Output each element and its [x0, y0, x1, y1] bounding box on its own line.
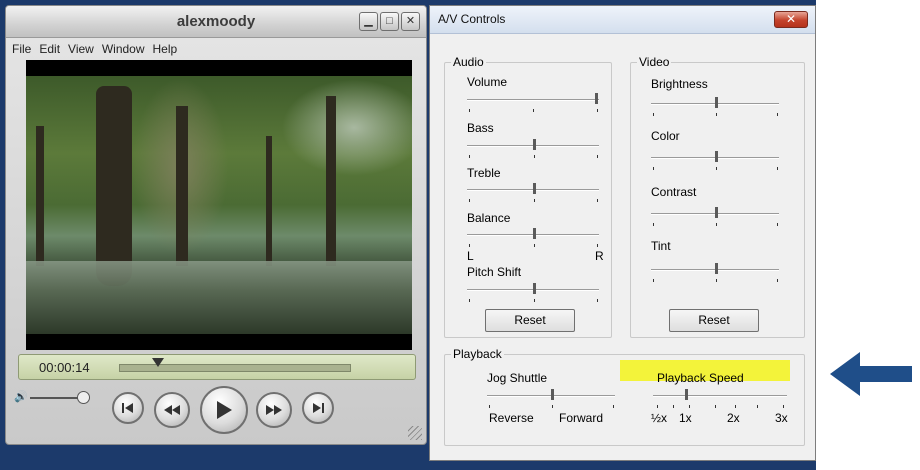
menu-edit[interactable]: Edit [39, 42, 60, 60]
pitch-shift-slider-thumb[interactable] [533, 283, 536, 294]
current-time: 00:00:14 [39, 360, 90, 375]
audio-reset-button[interactable]: Reset [485, 309, 575, 332]
menu-window[interactable]: Window [102, 42, 145, 60]
speed-tick-3x: 3x [775, 411, 788, 425]
brightness-label: Brightness [651, 77, 708, 91]
color-label: Color [651, 129, 680, 143]
skip-to-end-icon [313, 403, 324, 413]
volume-slider-track[interactable] [467, 99, 599, 101]
minimize-icon: ▁ [364, 15, 373, 27]
resize-grip-icon[interactable] [408, 426, 422, 440]
balance-right-label: R [595, 249, 604, 263]
jog-shuttle-label: Jog Shuttle [487, 371, 548, 385]
volume-label: Volume [467, 75, 508, 89]
tint-slider-thumb[interactable] [715, 263, 718, 274]
fast-forward-icon [266, 405, 282, 415]
av-controls-dialog: A/V Controls ✕ Audio Volume Bass Treble … [429, 5, 816, 461]
bass-label: Bass [467, 121, 494, 135]
bass-slider-thumb[interactable] [533, 139, 536, 150]
contrast-label: Contrast [651, 185, 697, 199]
annotation-arrow-icon [830, 352, 912, 396]
maximize-button[interactable]: □ [380, 12, 399, 31]
video-display[interactable] [26, 60, 412, 350]
play-button[interactable] [200, 386, 248, 434]
dialog-title: A/V Controls [438, 12, 506, 26]
color-slider-thumb[interactable] [715, 151, 718, 162]
treble-label: Treble [467, 166, 501, 180]
brightness-slider-thumb[interactable] [715, 97, 718, 108]
audio-group-label: Audio [451, 55, 486, 69]
video-frame-swamp [26, 76, 412, 334]
speed-tick-1x: 1x [679, 411, 692, 425]
volume-slider-thumb[interactable] [595, 93, 598, 104]
player-titlebar[interactable]: alexmoody ▁ □ ✕ [6, 6, 426, 38]
playback-group-label: Playback [451, 347, 504, 361]
minimize-button[interactable]: ▁ [359, 12, 378, 31]
speaker-icon: 🔊 [14, 391, 28, 403]
close-icon: ✕ [405, 15, 416, 27]
go-to-end-button[interactable] [302, 392, 334, 424]
rewind-button[interactable] [154, 392, 190, 428]
speed-tick-half: ½x [651, 411, 668, 425]
close-window-button[interactable]: ✕ [401, 12, 420, 31]
pitch-shift-label: Pitch Shift [467, 265, 522, 279]
playback-speed-slider-thumb[interactable] [685, 389, 688, 400]
skip-to-start-icon [122, 403, 133, 413]
menu-file[interactable]: File [12, 42, 31, 60]
contrast-slider-thumb[interactable] [715, 207, 718, 218]
balance-label: Balance [467, 211, 511, 225]
playback-speed-label: Playback Speed [657, 371, 744, 385]
reverse-label: Reverse [489, 411, 534, 425]
menu-view[interactable]: View [68, 42, 94, 60]
playback-speed-slider-track[interactable] [653, 395, 787, 397]
go-to-start-button[interactable] [112, 392, 144, 424]
tint-label: Tint [651, 239, 671, 253]
menubar: File Edit View Window Help [6, 42, 177, 60]
video-group: Video Brightness Color Contrast Tint Res… [630, 55, 805, 338]
video-group-label: Video [637, 55, 672, 69]
play-icon [217, 401, 232, 419]
forward-label: Forward [559, 411, 604, 425]
playhead-thumb[interactable] [152, 358, 165, 367]
volume-slider-knob[interactable] [77, 391, 91, 404]
video-reset-button[interactable]: Reset [669, 309, 759, 332]
rewind-icon [164, 405, 180, 415]
close-icon: ✕ [785, 12, 797, 26]
audio-group: Audio Volume Bass Treble Balance L R Pit… [444, 55, 612, 338]
balance-left-label: L [467, 249, 474, 263]
balance-slider-thumb[interactable] [533, 228, 536, 239]
maximize-icon: □ [386, 15, 393, 27]
jog-shuttle-slider-thumb[interactable] [551, 389, 554, 400]
treble-slider-thumb[interactable] [533, 183, 536, 194]
dialog-close-button[interactable]: ✕ [774, 11, 808, 28]
speed-tick-2x: 2x [727, 411, 740, 425]
quicktime-player-window: alexmoody ▁ □ ✕ File Edit View Window He… [5, 5, 427, 445]
transport-controls: 🔊 [12, 384, 422, 444]
timeline-bar: 00:00:14 [18, 354, 416, 380]
menu-help[interactable]: Help [153, 42, 178, 60]
fast-forward-button[interactable] [256, 392, 292, 428]
dialog-titlebar[interactable]: A/V Controls ✕ [430, 6, 815, 34]
